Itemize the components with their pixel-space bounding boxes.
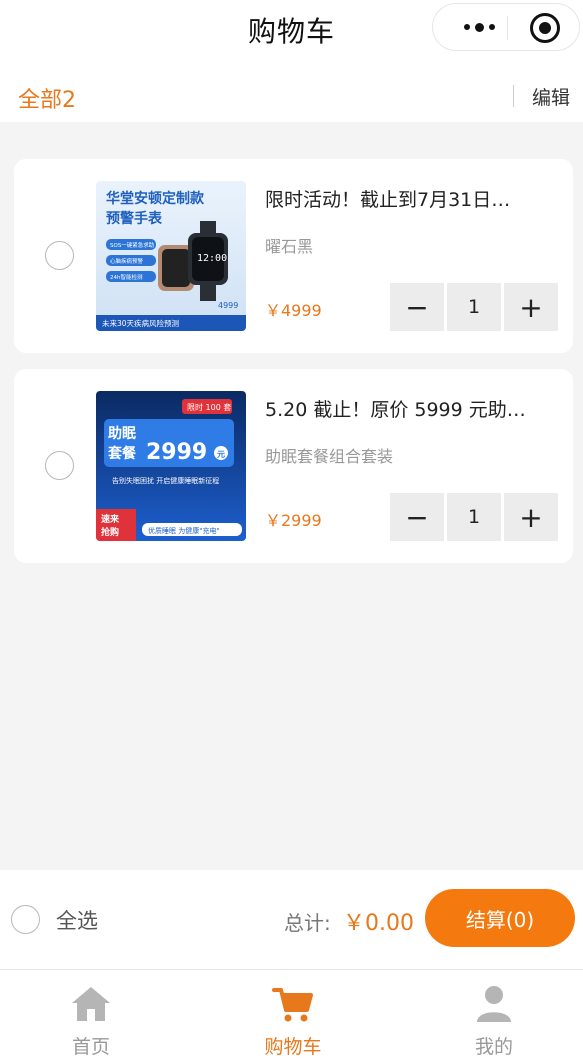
edit-button[interactable]: 编辑 <box>532 83 570 110</box>
product-title[interactable]: 5.20 截止！原价 5999 元助… <box>265 395 555 422</box>
product-price: ￥2999 <box>265 511 322 530</box>
thumb-footer: 优质睡眠 为健康"充电" <box>148 526 220 535</box>
thumb-corner-2: 抢购 <box>101 526 119 538</box>
tab-mine-label: 我的 <box>474 1036 513 1058</box>
tab-cart[interactable]: 购物车 <box>233 970 353 1058</box>
quantity-value[interactable]: 1 <box>447 283 501 331</box>
all-items-count[interactable]: 全部2 <box>18 82 76 114</box>
product-title[interactable]: 限时活动！截止到7月31日… <box>265 185 555 212</box>
decrease-quantity-button[interactable]: − <box>390 283 444 331</box>
item-select-checkbox[interactable] <box>45 451 74 480</box>
quantity-stepper: − 1 + <box>390 493 558 541</box>
watch-product-graphic: 华堂安顿定制款 预警手表 SOS一键紧急求助 心脑疾病预警 24h智能检测 12… <box>96 181 246 331</box>
thumb-price-tag: 2999 <box>146 440 207 465</box>
quantity-value[interactable]: 1 <box>447 493 501 541</box>
total-label: 总计: <box>284 911 331 935</box>
tab-cart-label: 购物车 <box>264 1036 322 1058</box>
product-image[interactable]: 限时 100 套 助眠 套餐 2999 元 告别失眠困扰 开启健康睡眠新征程 速… <box>96 391 246 541</box>
thumb-headline: 助眠 <box>108 425 136 442</box>
tab-home-label: 首页 <box>71 1036 110 1058</box>
cart-icon <box>272 988 313 1022</box>
total-amount: ￥0.00 <box>343 911 414 936</box>
checkout-bar: 全选 总计: ￥0.00 结算(0) <box>0 870 583 969</box>
thumb-footer: 未来30天疾病风险预测 <box>102 318 179 328</box>
close-mini-program-icon[interactable] <box>530 13 560 43</box>
sleep-package-graphic: 限时 100 套 助眠 套餐 2999 元 告别失眠困扰 开启健康睡眠新征程 速… <box>96 391 246 541</box>
thumb-feature-2: 心脑疾病预警 <box>110 257 144 265</box>
select-all-label[interactable]: 全选 <box>56 905 98 935</box>
edit-divider <box>513 85 514 107</box>
thumb-slogan: 告别失眠困扰 开启健康睡眠新征程 <box>112 476 219 485</box>
product-spec: 曜石黑 <box>265 237 314 256</box>
thumb-price-unit: 元 <box>217 450 225 459</box>
thumb-feature-1: SOS一键紧急求助 <box>110 241 155 249</box>
quantity-stepper: − 1 + <box>390 283 558 331</box>
checkout-button[interactable]: 结算(0) <box>425 889 575 947</box>
cart-header: 全部2 编辑 <box>0 58 583 122</box>
svg-text:12:00: 12:00 <box>197 253 227 264</box>
home-icon <box>72 987 110 1021</box>
product-spec: 助眠套餐组合套装 <box>265 447 394 466</box>
tab-mine[interactable]: 我的 <box>434 970 554 1058</box>
tab-home[interactable]: 首页 <box>31 970 151 1058</box>
thumb-headline: 华堂安顿定制款 <box>106 190 205 207</box>
tab-bar: 首页 购物车 我的 <box>0 969 583 1058</box>
product-image[interactable]: 华堂安顿定制款 预警手表 SOS一键紧急求助 心脑疾病预警 24h智能检测 12… <box>96 181 246 331</box>
cart-item: 限时 100 套 助眠 套餐 2999 元 告别失眠困扰 开启健康睡眠新征程 速… <box>14 369 573 563</box>
thumb-feature-3: 24h智能检测 <box>110 273 143 281</box>
capsule-divider <box>507 16 508 40</box>
navigation-bar: 购物车 <box>0 0 583 58</box>
decrease-quantity-button[interactable]: − <box>390 493 444 541</box>
increase-quantity-button[interactable]: + <box>504 493 558 541</box>
item-select-checkbox[interactable] <box>45 241 74 270</box>
user-icon <box>477 986 511 1022</box>
cart-item: 华堂安顿定制款 预警手表 SOS一键紧急求助 心脑疾病预警 24h智能检测 12… <box>14 159 573 353</box>
increase-quantity-button[interactable]: + <box>504 283 558 331</box>
thumb-headline-2: 预警手表 <box>106 210 163 227</box>
product-price: ￥4999 <box>265 301 322 320</box>
thumb-badge: 限时 100 套 <box>187 402 231 412</box>
mini-program-capsule <box>432 3 580 51</box>
select-all-checkbox[interactable] <box>11 905 40 934</box>
thumb-headline-2: 套餐 <box>108 445 137 462</box>
thumb-corner: 速来 <box>101 513 120 525</box>
more-menu-icon[interactable] <box>453 16 505 38</box>
thumb-price-tag: 4999 <box>218 301 238 310</box>
